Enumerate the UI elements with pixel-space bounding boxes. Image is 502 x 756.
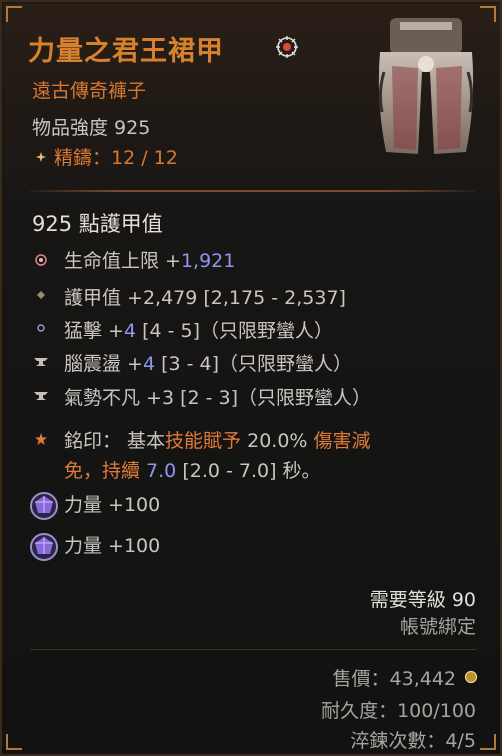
- affix-concussion: 腦震盪 +4 [3 - 4]（只限野蠻人）: [64, 349, 352, 376]
- required-level: 需要等級 90: [369, 589, 476, 611]
- armor-value: 925 點護甲值: [32, 212, 163, 236]
- corner-ornament: [6, 734, 22, 750]
- affix-max-life: 生命值上限 +1,921: [64, 246, 235, 273]
- corner-ornament: [480, 734, 496, 750]
- aspect-line-2: 免，持續 7.0 [2.0 - 7.0] 秒。: [64, 456, 321, 483]
- affix-bash: 猛擊 +4 [4 - 5]（只限野蠻人）: [64, 316, 333, 343]
- gem-socket-2: 力量 +100: [64, 535, 161, 557]
- affix-label: 腦震盪 +: [64, 353, 143, 375]
- affix-imposing-presence: 氣勢不凡 +3 [2 - 3]（只限野蠻人）: [64, 383, 371, 410]
- masterwork-star-icon: [36, 152, 46, 162]
- affix-value: 1,921: [180, 250, 236, 272]
- anvil-icon: [34, 392, 48, 400]
- affix-value: 4: [123, 320, 137, 342]
- corner-ornament: [6, 6, 22, 22]
- star-icon: [35, 433, 47, 445]
- amethyst-icon: [30, 533, 58, 561]
- affix-label: 護甲值 +2,479 [2,175 - 2,537]: [64, 287, 346, 309]
- aspect-value: 7.0: [140, 460, 177, 482]
- temper-count: 淬鍊次數：4/5: [350, 730, 476, 752]
- item-name: 力量之君王裙甲: [28, 36, 224, 67]
- aspect-keyword: 免，持續: [64, 460, 141, 482]
- footer-divider: [30, 649, 476, 650]
- aspect-value: 20.0%: [241, 430, 314, 452]
- amethyst-icon: [30, 492, 58, 520]
- aspect-keyword: 傷害減: [313, 430, 371, 452]
- anvil-icon: [34, 358, 48, 366]
- masterwork-rank: 精鑄：12 / 12: [54, 147, 178, 169]
- aspect-keyword: 技能賦予: [165, 430, 242, 452]
- corner-ornament: [480, 6, 496, 22]
- section-divider: [30, 190, 476, 192]
- flower-icon: [35, 254, 47, 266]
- item-pants-image: [378, 18, 474, 154]
- item-power: 物品強度 925: [32, 117, 151, 139]
- item-tooltip: 力量之君王裙甲 遠古傳奇褲子 物品強度 925 精鑄：12 / 12 925 點…: [0, 0, 502, 756]
- affix-armor: 護甲值 +2,479 [2,175 - 2,537]: [64, 283, 346, 310]
- affix-label: 氣勢不凡 +3 [2 - 3]（只限野蠻人）: [64, 387, 372, 409]
- gold-coin-icon: [464, 670, 478, 684]
- circle-icon: [37, 324, 45, 332]
- item-type: 遠古傳奇褲子: [32, 80, 147, 102]
- affix-range: [3 - 4]（只限野蠻人）: [155, 353, 353, 375]
- ancestral-sigil-icon: [276, 36, 298, 58]
- aspect-line-1: 銘印： 基本技能賦予 20.0% 傷害減: [64, 426, 371, 453]
- gem-socket-1: 力量 +100: [64, 494, 161, 516]
- sell-value: 售價：43,442: [332, 668, 456, 690]
- affix-label: 猛擊 +: [64, 320, 124, 342]
- account-bound: 帳號綁定: [399, 616, 476, 638]
- diamond-icon: [37, 291, 45, 299]
- aspect-range: [2.0 - 7.0] 秒。: [176, 460, 321, 482]
- affix-range: [4 - 5]（只限野蠻人）: [136, 320, 334, 342]
- affix-label: 生命值上限 +: [64, 250, 181, 272]
- aspect-text: 銘印： 基本: [64, 430, 166, 452]
- durability: 耐久度：100/100: [321, 700, 476, 722]
- affix-value: 4: [142, 353, 156, 375]
